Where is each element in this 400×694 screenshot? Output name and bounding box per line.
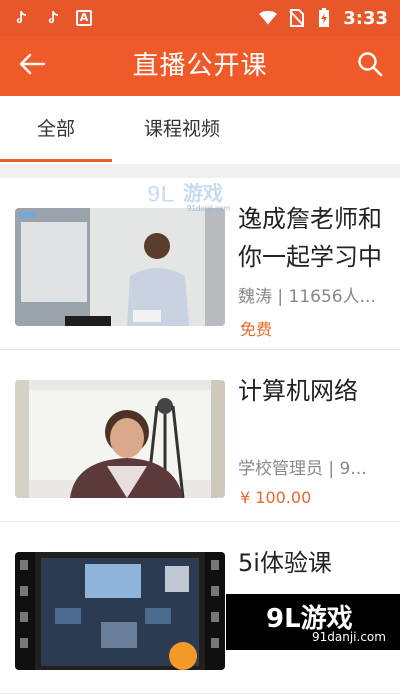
tiktok-icon [12,9,30,27]
course-title: 计算机网络 [238,377,358,405]
course-title: 逸成詹老师和你一起学习中国茶 [238,205,382,271]
status-right-icons: 3:33 [259,8,388,29]
watermark-badge: 9L游戏 91danji.com [226,594,400,650]
search-icon [357,51,383,81]
course-price: 免费 [240,320,273,339]
app-bar: 直播公开课 [0,36,400,96]
a-icon: A [76,10,92,26]
tab-course-videos[interactable]: 课程视频 [112,96,252,164]
wifi-icon [259,9,278,27]
course-teacher: 学校管理员 [238,459,323,479]
status-bar: A 3:33 [0,0,400,36]
course-item[interactable]: 计算机网络 学校管理员 | 9... ¥ 100.00 [0,350,400,522]
course-meta: 学校管理员 | 9... [238,454,400,479]
svg-text:游戏: 游戏 [183,181,223,205]
search-button[interactable] [352,48,388,84]
watermark-logo: 9L 游戏 91danji.com [145,178,255,214]
watermark-url: 91danji.com [312,630,386,644]
tab-bar: 全部 课程视频 [0,96,400,164]
course-learners: | 9... [328,459,367,479]
tab-all[interactable]: 全部 [0,96,112,164]
page-title: 直播公开课 [132,51,268,81]
course-price: ¥ 100.00 [240,488,312,507]
svg-text:91danji.com: 91danji.com [187,204,230,213]
course-thumbnail [15,380,225,498]
course-thumbnail [15,208,225,326]
course-teacher: 魏涛 [238,287,272,307]
active-tab-indicator [0,159,112,162]
sim-icon [287,9,305,27]
svg-text:9L: 9L [147,181,175,208]
course-learners: | 11656人... [277,287,376,307]
course-meta: 魏涛 | 11656人... [238,282,400,307]
section-divider [0,164,400,178]
course-thumbnail [15,552,225,670]
status-left-icons: A [12,9,92,27]
status-time: 3:33 [343,7,388,29]
battery-icon [315,8,333,27]
course-title: 5i体验课 [238,549,332,577]
tiktok-icon [44,9,62,27]
